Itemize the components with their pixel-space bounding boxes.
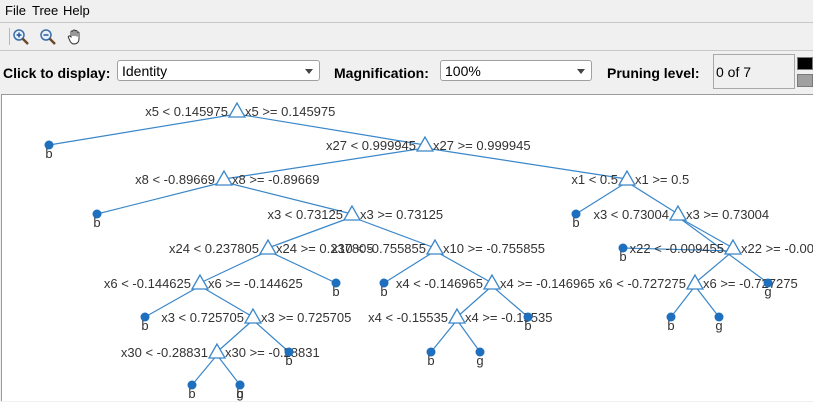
zoom-out-button[interactable] [37, 26, 59, 48]
split-left-condition: x3 < 0.73125 [267, 207, 343, 222]
split-left-condition: x22 < -0.009455 [630, 241, 724, 256]
toolbar [0, 23, 813, 50]
leaf-class-label: g [236, 386, 243, 401]
split-left-condition: x24 < 0.237805 [169, 241, 259, 256]
split-node-icon[interactable] [482, 273, 502, 290]
zoom-out-icon [40, 29, 56, 45]
decision-tree: x5 < 0.145975 x5 >= 0.145975 x27 < 0.99994… [44, 101, 813, 401]
pruning-label: Pruning level: [607, 65, 700, 81]
split-right-condition: x10 >= -0.755855 [443, 241, 545, 256]
split-node-icon[interactable] [425, 238, 445, 255]
leaf-class-label: b [45, 146, 52, 161]
split-left-condition: x4 < -0.15535 [368, 310, 448, 325]
menu-help[interactable]: Help [63, 3, 90, 18]
chevron-down-icon [577, 69, 585, 74]
split-node-icon[interactable] [723, 238, 743, 255]
split-right-condition: x4 >= -0.146965 [500, 276, 595, 291]
split-right-condition: x27 >= 0.999945 [433, 138, 531, 153]
split-node-icon[interactable] [227, 101, 247, 118]
menu-file[interactable]: File [5, 3, 26, 18]
leaf-class-label: g [764, 284, 771, 299]
leaf-class-label: g [715, 318, 722, 333]
pan-hand-icon [67, 29, 80, 45]
split-left-condition: x4 < -0.146965 [396, 276, 483, 291]
leaf-class-label: b [285, 353, 292, 368]
magnification-label: Magnification: [334, 65, 429, 81]
control-bar: Click to display: Identity Magnification… [0, 51, 813, 93]
split-right-condition: x3 >= 0.73125 [360, 207, 443, 222]
magnification-dropdown-value: 100% [445, 63, 481, 79]
chevron-down-icon [305, 69, 313, 74]
split-right-condition: x3 >= 0.725705 [261, 310, 351, 325]
split-right-condition: x6 >= -0.144625 [208, 276, 303, 291]
leaf-class-label: b [332, 284, 339, 299]
split-left-condition: x27 < 0.999945 [326, 138, 416, 153]
split-left-condition: x5 < 0.145975 [145, 104, 228, 119]
split-left-condition: x3 < 0.73004 [593, 207, 669, 222]
menu-bar: File Tree Help [0, 0, 813, 22]
split-node-icon[interactable] [685, 273, 705, 290]
display-dropdown[interactable]: Identity [117, 60, 320, 81]
pruning-level-field[interactable]: 0 of 7 [713, 54, 795, 89]
leaf-class-label: b [572, 215, 579, 230]
leaf-class-label: b [380, 284, 387, 299]
split-right-condition: x3 >= 0.73004 [686, 207, 769, 222]
leaf-class-label: b [619, 249, 626, 264]
leaf-class-label: b [667, 318, 674, 333]
split-left-condition: x6 < -0.144625 [104, 276, 191, 291]
leaf-class-label: b [141, 318, 148, 333]
magnification-dropdown[interactable]: 100% [440, 60, 592, 81]
split-left-condition: x1 < 0.5 [571, 172, 618, 187]
split-left-condition: x10 < -0.755855 [332, 241, 426, 256]
split-node-icon[interactable] [668, 204, 688, 221]
split-left-condition: x8 < -0.89669 [135, 172, 215, 187]
leaf-class-label: b [427, 353, 434, 368]
pan-button[interactable] [64, 26, 86, 48]
split-right-condition: x1 >= 0.5 [635, 172, 689, 187]
split-left-condition: x6 < -0.727275 [599, 276, 686, 291]
leaf-class-label: g [476, 353, 483, 368]
split-node-icon[interactable] [243, 307, 263, 324]
split-right-condition: x6 >= -0.727275 [703, 276, 798, 291]
menu-tree[interactable]: Tree [32, 3, 58, 18]
gray-swatch-button[interactable] [797, 74, 813, 87]
split-node-icon[interactable] [447, 307, 467, 324]
split-left-condition: x3 < 0.725705 [161, 310, 244, 325]
split-right-condition: x22 >= -0.009455 [741, 241, 813, 256]
display-label: Click to display: [3, 65, 111, 81]
leaf-class-label: b [188, 386, 195, 401]
split-right-condition: x5 >= 0.145975 [245, 104, 335, 119]
split-node-icon[interactable] [258, 238, 278, 255]
leaf-class-label: b [93, 215, 100, 230]
split-right-condition: x4 >= -0.15535 [465, 310, 552, 325]
split-node-icon[interactable] [190, 273, 210, 290]
split-right-condition: x30 >= -0.28831 [225, 345, 320, 360]
leaf-class-label: b [524, 318, 531, 333]
split-right-condition: x8 >= -0.89669 [232, 172, 319, 187]
split-left-condition: x30 < -0.28831 [121, 345, 208, 360]
split-node-icon[interactable] [207, 342, 227, 359]
zoom-in-button[interactable] [10, 26, 32, 48]
display-dropdown-value: Identity [122, 63, 168, 79]
black-swatch-button[interactable] [797, 57, 813, 70]
tree-canvas: x5 < 0.145975 x5 >= 0.145975 x27 < 0.99994… [1, 94, 813, 401]
zoom-in-icon [13, 29, 29, 45]
